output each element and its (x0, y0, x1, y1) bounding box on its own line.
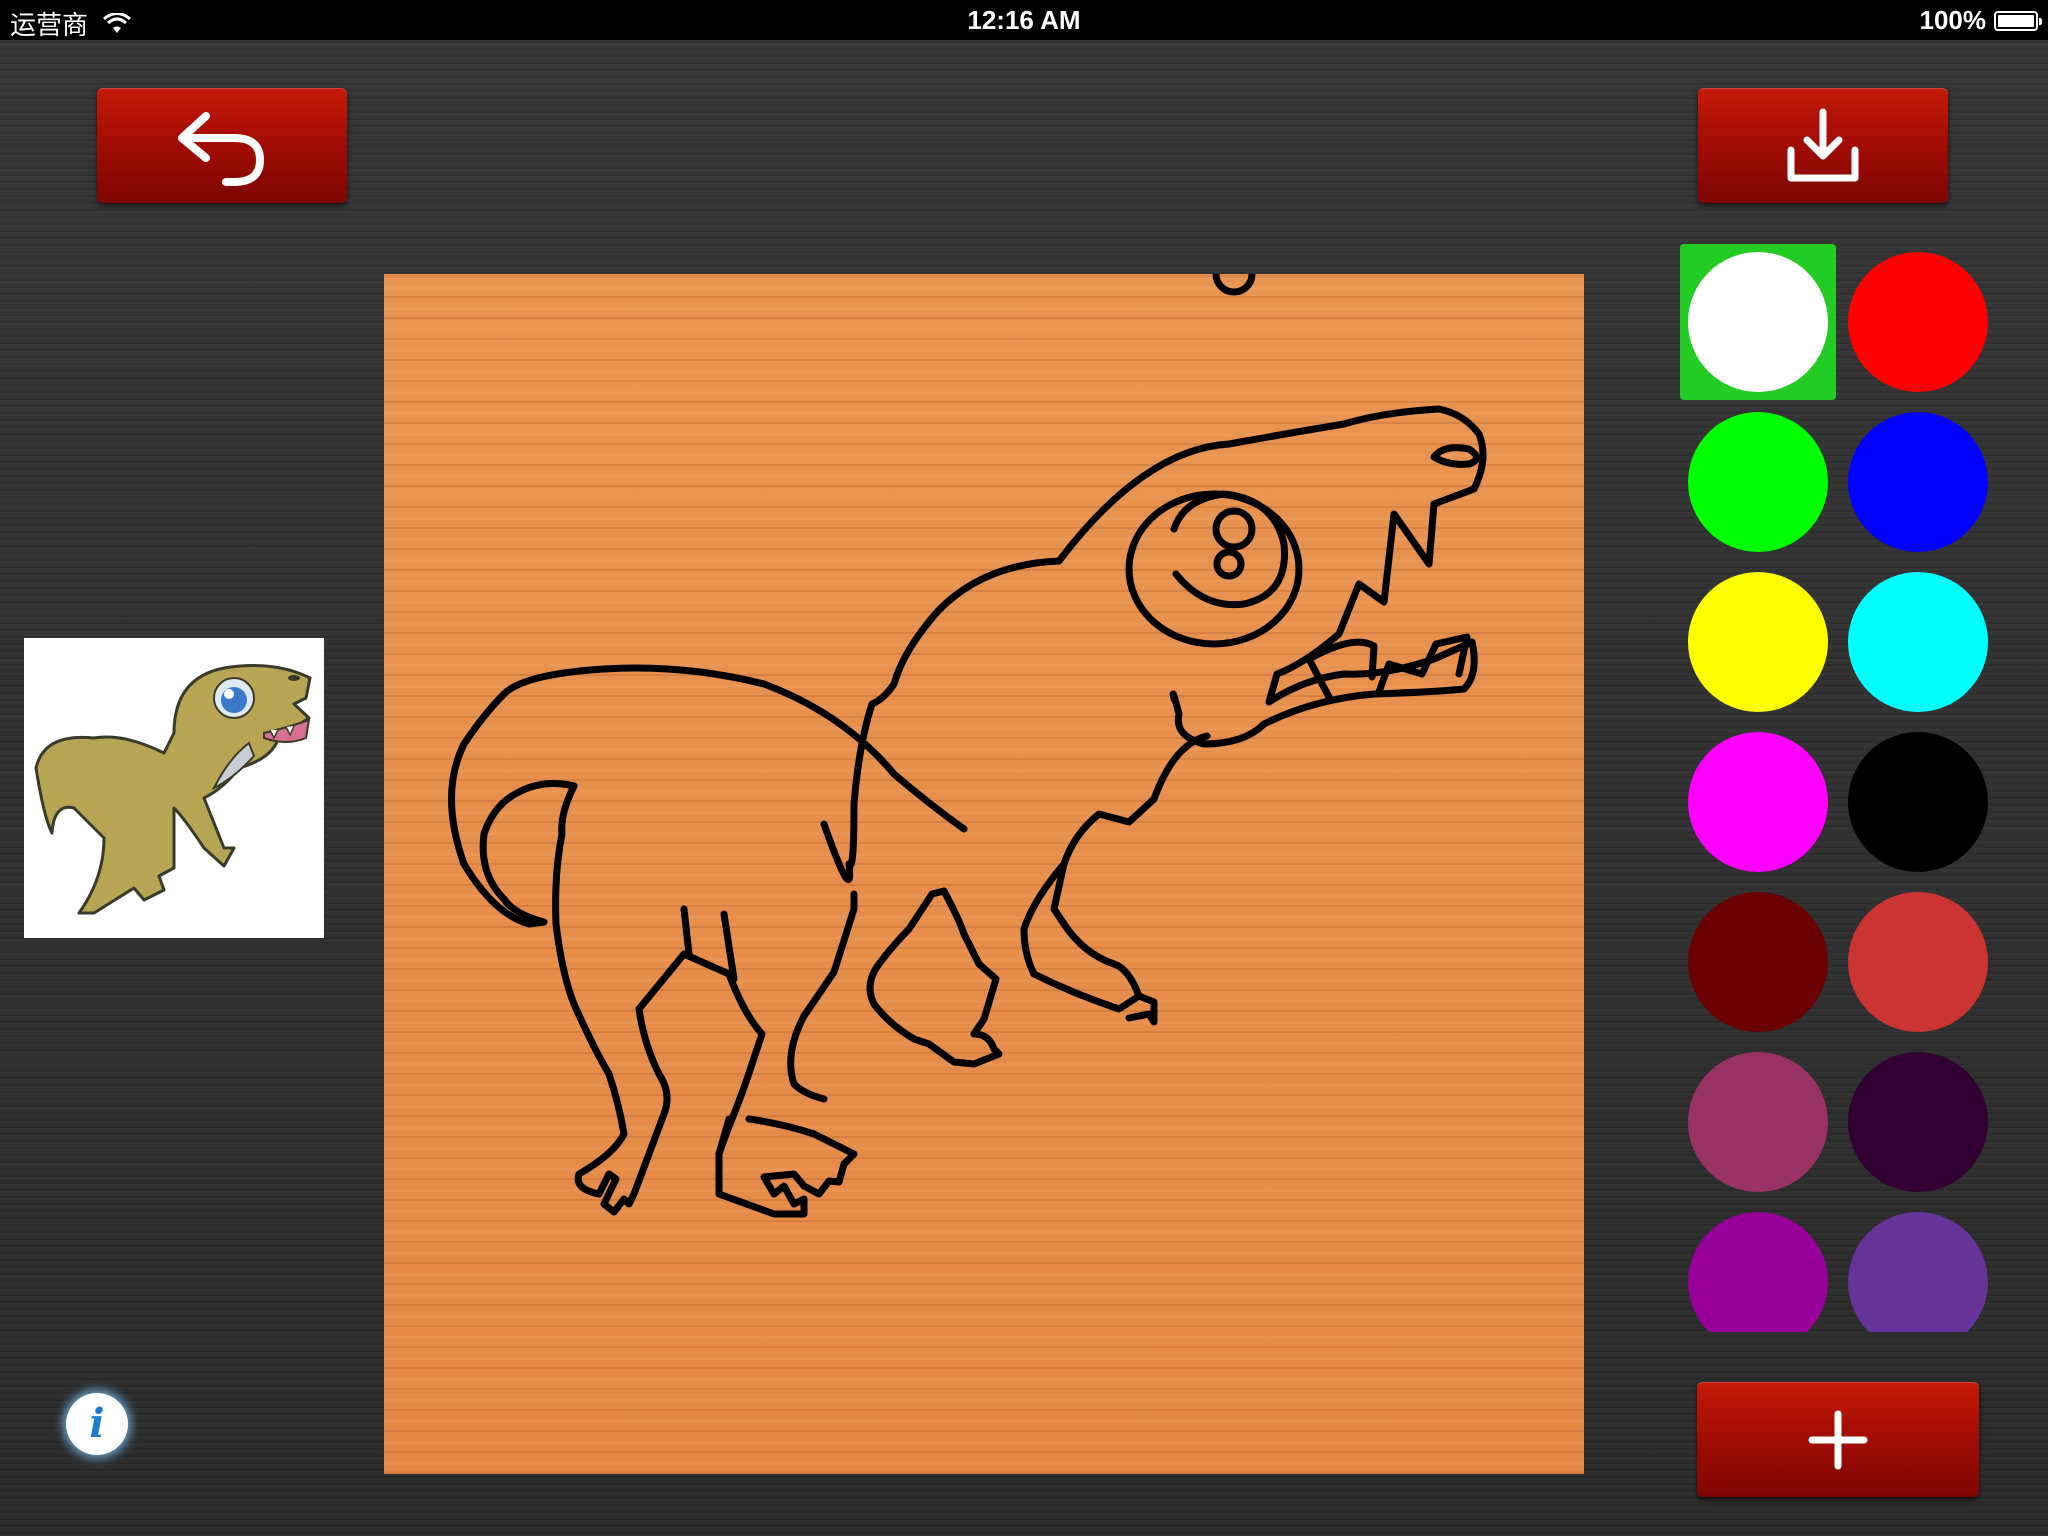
swatch-circle (1848, 1212, 1988, 1332)
color-swatch[interactable] (1840, 1044, 1996, 1200)
color-swatch[interactable] (1680, 1204, 1836, 1332)
swatch-circle (1688, 1212, 1828, 1332)
save-button[interactable] (1698, 88, 1948, 203)
swatch-circle (1688, 252, 1828, 392)
dinosaur-line-art (448, 252, 1487, 1218)
color-swatch[interactable] (1680, 564, 1836, 720)
color-swatch[interactable] (1840, 564, 1996, 720)
drawing-canvas[interactable] (384, 252, 1584, 1474)
info-button[interactable]: i (66, 1393, 128, 1455)
status-time: 12:16 AM (967, 5, 1081, 35)
download-icon (1787, 108, 1859, 181)
undo-button[interactable] (97, 88, 347, 203)
swatch-circle (1848, 252, 1988, 392)
color-swatch[interactable] (1680, 244, 1836, 400)
battery-percent: 100% (1919, 5, 1987, 35)
color-swatch[interactable] (1840, 1204, 1996, 1332)
status-bar: 运营商 12:16 AM 100% (0, 0, 2048, 40)
swatch-circle (1688, 412, 1828, 552)
color-swatch[interactable] (1680, 884, 1836, 1040)
swatch-circle (1848, 892, 1988, 1032)
color-swatch[interactable] (1680, 724, 1836, 880)
swatch-circle (1848, 1052, 1988, 1192)
color-swatch[interactable] (1840, 404, 1996, 560)
plus-icon (1808, 1410, 1868, 1469)
color-swatch[interactable] (1840, 724, 1996, 880)
color-swatch[interactable] (1840, 884, 1996, 1040)
swatch-circle (1688, 572, 1828, 712)
battery-icon (1994, 10, 2042, 31)
color-swatch[interactable] (1680, 404, 1836, 560)
color-swatch[interactable] (1680, 1044, 1836, 1200)
swatch-circle (1688, 1052, 1828, 1192)
undo-arrow-icon (178, 111, 264, 186)
swatch-circle (1688, 892, 1828, 1032)
info-icon: i (89, 1400, 105, 1447)
swatch-circle (1848, 412, 1988, 552)
swatch-circle (1688, 732, 1828, 872)
swatch-circle (1848, 732, 1988, 872)
swatch-circle (1848, 572, 1988, 712)
color-palette (1680, 244, 2000, 1332)
battery-fill (1998, 14, 2034, 27)
color-swatch[interactable] (1840, 244, 1996, 400)
reference-thumbnail[interactable] (24, 638, 324, 938)
colored-dinosaur-image (34, 664, 312, 915)
battery-indicator: 100% (1919, 5, 2042, 36)
add-color-button[interactable] (1697, 1382, 1979, 1497)
